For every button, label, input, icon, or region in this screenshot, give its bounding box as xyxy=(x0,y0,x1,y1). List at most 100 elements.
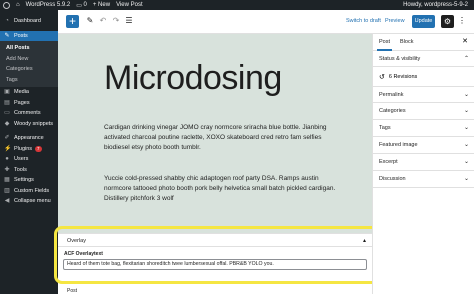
gear-icon: ⚙ xyxy=(443,17,452,26)
users-icon: ● xyxy=(5,156,9,163)
post-metabox-label: Post xyxy=(67,288,78,294)
panel-permalink[interactable]: Permalink ⌄ xyxy=(373,86,474,103)
plugins-update-badge: 7 xyxy=(35,145,42,152)
panel-section-title: Featured image xyxy=(379,142,418,148)
chevron-down-icon: ⌄ xyxy=(463,92,469,98)
panel-section-title: Excerpt xyxy=(379,159,398,165)
update-button[interactable]: Update xyxy=(412,15,435,28)
dashboard-icon: ◔ xyxy=(5,18,9,25)
comments-count: 0 xyxy=(83,2,87,8)
sidebar-item-plugins[interactable]: ⚡ Plugins 7 xyxy=(0,144,58,155)
sidebar-item-label: Dashboard xyxy=(14,18,41,25)
submenu-add-new[interactable]: Add New xyxy=(0,54,58,65)
sidebar-item-label: Users xyxy=(14,156,29,163)
sidebar-item-label: Appearance xyxy=(14,135,44,142)
plus-icon: + xyxy=(68,14,76,28)
sidebar-item-appearance[interactable]: ✐ Appearance xyxy=(0,133,58,144)
tools-pencil-icon[interactable]: ✎ xyxy=(85,16,95,26)
paragraph-block[interactable]: Yuccie cold-pressed shabby chic adaptoge… xyxy=(104,174,346,204)
panel-categories[interactable]: Categories ⌄ xyxy=(373,103,474,120)
sidebar-item-label: Tools xyxy=(14,166,27,173)
snippets-icon: ◆ xyxy=(4,120,10,127)
plugins-icon: ⚡ xyxy=(4,145,12,152)
sidebar-item-label: Pages xyxy=(14,99,30,106)
editor-canvas[interactable]: Microdosing Cardigan drinking vinegar JO… xyxy=(58,34,372,233)
tab-block[interactable]: Block xyxy=(400,39,413,45)
panel-discussion[interactable]: Discussion ⌄ xyxy=(373,171,474,188)
sidebar-item-media[interactable]: ▣ Media xyxy=(0,87,58,98)
undo-icon[interactable]: ↶ xyxy=(98,16,108,26)
paragraph-block[interactable]: Cardigan drinking vinegar JOMO cray norm… xyxy=(104,123,346,153)
sidebar-item-label: Settings xyxy=(14,177,34,184)
list-view-icon[interactable]: ☰ xyxy=(124,16,134,26)
editor-header: + ✎ ↶ ↷ ☰ Switch to draft Preview Update… xyxy=(58,10,474,34)
chevron-up-icon: ⌃ xyxy=(463,56,469,62)
sidebar-item-woody-snippets[interactable]: ◆ Woody snippets xyxy=(0,119,58,130)
panel-section-title: Permalink xyxy=(379,92,404,98)
posts-submenu: All Posts Add New Categories Tags xyxy=(0,41,58,87)
sidebar-item-pages[interactable]: ▤ Pages xyxy=(0,98,58,109)
sidebar-item-label: Posts xyxy=(14,32,28,39)
sidebar-item-comments[interactable]: ▭ Comments xyxy=(0,108,58,119)
sidebar-item-label: Plugins xyxy=(14,145,33,152)
revisions-label: 6 Revisions xyxy=(388,74,418,80)
more-options-icon[interactable]: ⋮ xyxy=(458,16,466,26)
view-post-link[interactable]: View Post xyxy=(116,2,143,8)
site-name-link[interactable]: WordPress 5.9.2 xyxy=(26,2,71,8)
sidebar-item-label: Custom Fields xyxy=(14,187,50,194)
sidebar-item-label: Collapse menu xyxy=(14,198,51,205)
sidebar-item-settings[interactable]: ▦ Settings xyxy=(0,175,58,186)
submenu-categories[interactable]: Categories xyxy=(0,64,58,75)
pages-icon: ▤ xyxy=(4,99,10,106)
panel-tags[interactable]: Tags ⌄ xyxy=(373,120,474,137)
new-link[interactable]: + New xyxy=(93,2,110,8)
overlay-metabox-title: Overlay xyxy=(67,238,86,244)
add-block-button[interactable]: + xyxy=(66,15,79,28)
sidebar-item-posts[interactable]: ✎ Posts xyxy=(0,30,58,41)
submenu-tags[interactable]: Tags xyxy=(0,75,58,86)
redo-icon[interactable]: ↷ xyxy=(111,16,121,26)
comments-link[interactable]: ▭ 0 xyxy=(76,2,87,9)
sidebar-item-users[interactable]: ● Users xyxy=(0,154,58,165)
comment-icon: ▭ xyxy=(76,2,82,9)
panel-excerpt[interactable]: Excerpt ⌄ xyxy=(373,154,474,171)
wordpress-logo-icon[interactable] xyxy=(3,1,10,9)
home-icon: ⌂ xyxy=(16,2,20,8)
submenu-all-posts[interactable]: All Posts xyxy=(0,43,58,54)
revisions-link[interactable]: ↺ 6 Revisions xyxy=(379,73,417,81)
close-icon[interactable]: ✕ xyxy=(462,37,468,45)
settings-sidebar: Post Block ✕ Status & visibility ⌃ ↺ 6 R… xyxy=(372,34,474,294)
settings-icon: ▦ xyxy=(4,177,10,184)
panel-status-visibility[interactable]: Status & visibility ⌃ xyxy=(373,51,474,67)
panel-section-title: Tags xyxy=(379,125,391,131)
acf-field-area: ACF Overlaytext Heard of them tote bag, … xyxy=(58,247,372,294)
sidebar-item-custom-fields[interactable]: ▥ Custom Fields xyxy=(0,186,58,197)
panel-featured-image[interactable]: Featured image ⌄ xyxy=(373,137,474,154)
admin-sidebar: ◔ Dashboard ✎ Posts All Posts Add New Cate… xyxy=(0,10,58,294)
switch-to-draft-button[interactable]: Switch to draft xyxy=(346,18,381,24)
panel-section-title: Categories xyxy=(379,108,406,114)
sidebar-item-label: Comments xyxy=(14,110,41,117)
preview-button[interactable]: Preview xyxy=(385,18,405,24)
media-icon: ▣ xyxy=(4,89,10,96)
admin-bar: ⌂ WordPress 5.9.2 ▭ 0 + New View Post Ho… xyxy=(0,0,474,10)
howdy-user[interactable]: Howdy, wordpress-5-9-2 xyxy=(403,2,468,8)
acf-overlaytext-input[interactable]: Heard of them tote bag, flexitarian shor… xyxy=(63,259,367,270)
sidebar-collapse-menu[interactable]: ◀ Collapse menu xyxy=(0,196,58,207)
chevron-up-icon[interactable]: ▴ xyxy=(363,237,366,244)
chevron-down-icon: ⌄ xyxy=(463,159,469,165)
collapse-icon: ◀ xyxy=(4,198,10,205)
sidebar-item-tools[interactable]: ✚ Tools xyxy=(0,165,58,176)
sidebar-item-label: Woody snippets xyxy=(14,120,54,127)
comments-icon: ▭ xyxy=(4,110,10,117)
settings-toggle-button[interactable]: ⚙ xyxy=(441,15,454,28)
brush-icon: ✐ xyxy=(4,135,10,142)
chevron-down-icon: ⌄ xyxy=(463,108,469,114)
post-title[interactable]: Microdosing xyxy=(104,59,282,98)
tab-post[interactable]: Post xyxy=(376,39,393,51)
chevron-down-icon: ⌄ xyxy=(463,142,469,148)
chevron-down-icon: ⌄ xyxy=(463,125,469,131)
sidebar-item-dashboard[interactable]: ◔ Dashboard xyxy=(0,16,58,27)
panel-section-title: Status & visibility xyxy=(379,56,421,62)
overlay-metabox-header[interactable]: Overlay ▴ xyxy=(58,233,372,247)
